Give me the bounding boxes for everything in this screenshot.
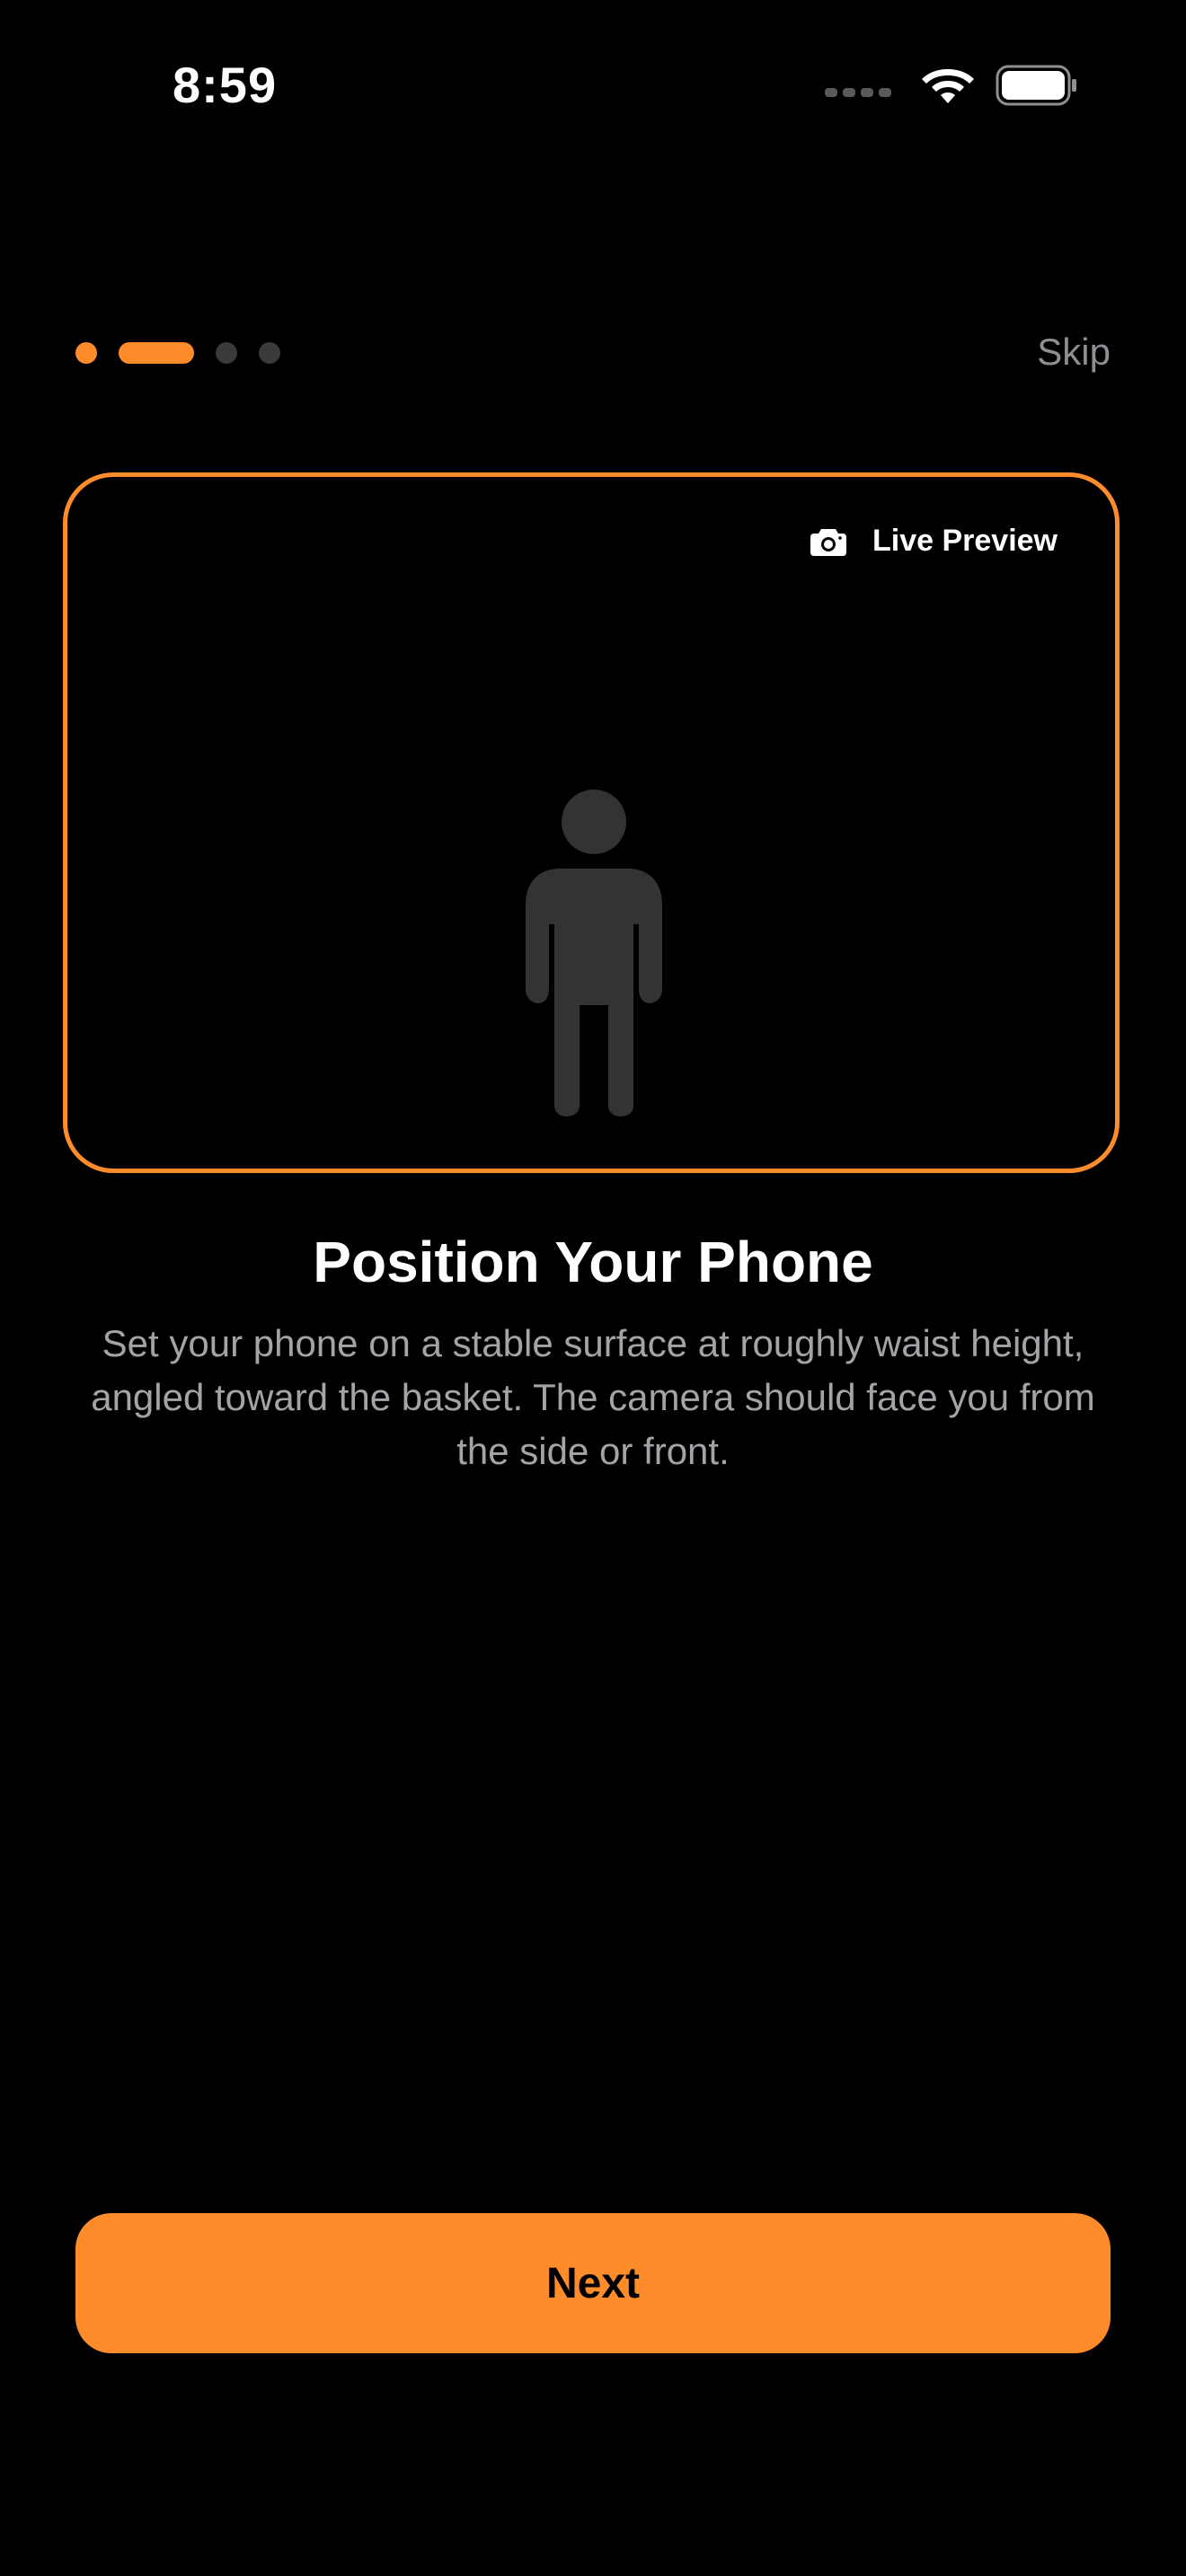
camera-icon <box>810 528 846 556</box>
camera-preview-card: Live Preview <box>63 472 1120 1173</box>
status-indicators <box>825 63 1078 108</box>
next-button[interactable]: Next <box>75 2213 1111 2353</box>
page-dot-2-active <box>119 342 194 364</box>
page-dot-4 <box>259 342 280 364</box>
cellular-signal-icon <box>825 88 891 97</box>
person-standing-icon <box>526 790 662 1116</box>
page-dot-3 <box>216 342 237 364</box>
live-preview-label: Live Preview <box>872 524 1058 558</box>
battery-icon <box>996 65 1076 106</box>
live-preview-badge: Live Preview <box>810 524 1058 559</box>
skip-button[interactable]: Skip <box>1037 331 1111 374</box>
page-indicator <box>75 341 280 365</box>
instruction-text: Set your phone on a stable surface at ro… <box>91 1322 1095 1472</box>
status-time: 8:59 <box>173 57 278 113</box>
page-dot-1 <box>75 342 97 364</box>
page-title: Position Your Phone <box>313 1230 873 1294</box>
wifi-icon <box>922 69 974 103</box>
